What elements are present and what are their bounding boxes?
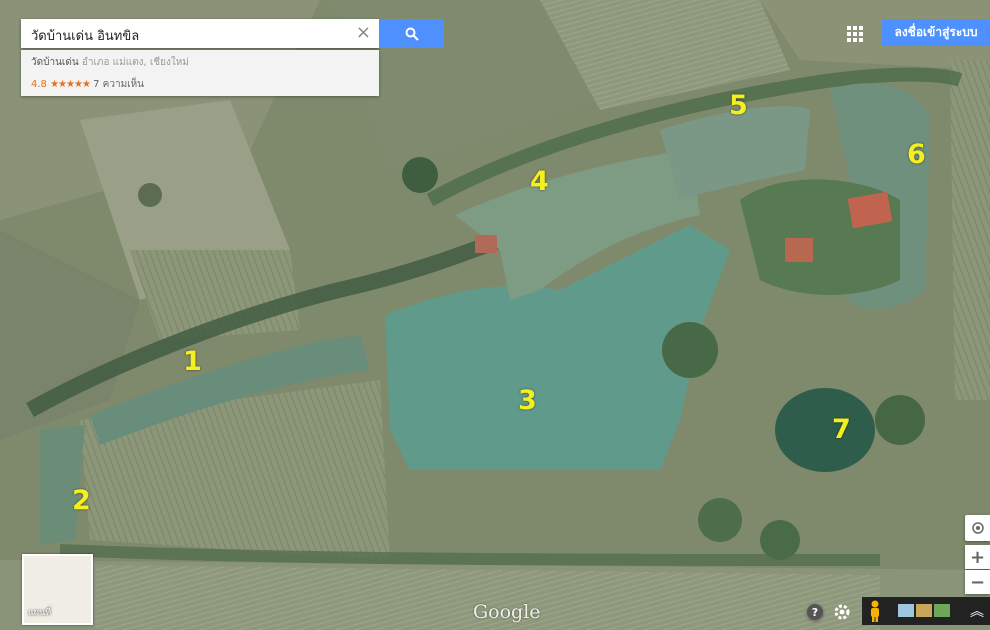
google-logo: Google bbox=[473, 601, 541, 623]
marker-label: 1 bbox=[183, 346, 202, 377]
place-address: อำเภอ แม่แตง, เชียงใหม่ bbox=[81, 57, 189, 68]
pavilion-roof bbox=[475, 235, 497, 253]
my-location-button[interactable] bbox=[965, 515, 990, 541]
place-suggestion[interactable]: วัดบ้านเด่น อำเภอ แม่แตง, เชียงใหม่ 4.8 … bbox=[21, 50, 379, 96]
map-type-toggle[interactable]: แผนที่ bbox=[22, 554, 93, 625]
apps-grid-icon[interactable] bbox=[846, 25, 864, 43]
tree bbox=[402, 157, 438, 193]
terrain-thumb-icon[interactable] bbox=[916, 604, 932, 617]
settings-gear-icon[interactable] bbox=[833, 603, 851, 621]
locate-icon bbox=[971, 522, 984, 534]
marker-label: 6 bbox=[907, 139, 926, 170]
search-button[interactable] bbox=[379, 19, 444, 48]
zoom-in-button[interactable]: + bbox=[965, 545, 990, 569]
tree bbox=[138, 183, 162, 207]
map-type-label: แผนที่ bbox=[28, 608, 52, 618]
tree bbox=[875, 395, 925, 445]
marker-label: 4 bbox=[530, 166, 549, 197]
search-input[interactable]: วัดบ้านเด่น อินทขิล bbox=[31, 25, 139, 46]
temple-roof bbox=[785, 238, 813, 262]
tree bbox=[662, 322, 718, 378]
pegman-icon[interactable] bbox=[868, 600, 882, 622]
expand-icon[interactable]: ︽ bbox=[970, 601, 984, 621]
search-icon bbox=[405, 27, 419, 41]
zoom-out-button[interactable]: − bbox=[965, 570, 990, 594]
rating-stars-icon: ★★★★★ bbox=[50, 79, 91, 90]
bottom-toolbar: ︽ bbox=[862, 597, 990, 625]
search-box[interactable]: วัดบ้านเด่น อินทขิล × bbox=[21, 19, 379, 48]
place-rating-line: 4.8 ★★★★★ 7 ความเห็น bbox=[31, 77, 144, 92]
rating-value: 4.8 bbox=[31, 79, 47, 90]
marker-label: 3 bbox=[518, 385, 537, 416]
earth-thumb-icon[interactable] bbox=[898, 604, 914, 617]
sign-in-button[interactable]: ลงชื่อเข้าสู่ระบบ bbox=[882, 19, 990, 46]
review-count[interactable]: 7 ความเห็น bbox=[93, 79, 144, 90]
clear-search-icon[interactable]: × bbox=[356, 22, 371, 43]
marker-label: 2 bbox=[72, 485, 91, 516]
tree bbox=[760, 520, 800, 560]
tree bbox=[698, 498, 742, 542]
place-name: วัดบ้านเด่น bbox=[31, 57, 79, 68]
help-button[interactable]: ? bbox=[807, 604, 823, 620]
place-title-line: วัดบ้านเด่น อำเภอ แม่แตง, เชียงใหม่ bbox=[31, 55, 189, 70]
marker-label: 7 bbox=[832, 414, 851, 445]
marker-label: 5 bbox=[729, 90, 748, 121]
field-patch bbox=[950, 60, 990, 400]
photos-thumb-icon[interactable] bbox=[934, 604, 950, 617]
pond-7 bbox=[775, 388, 875, 472]
